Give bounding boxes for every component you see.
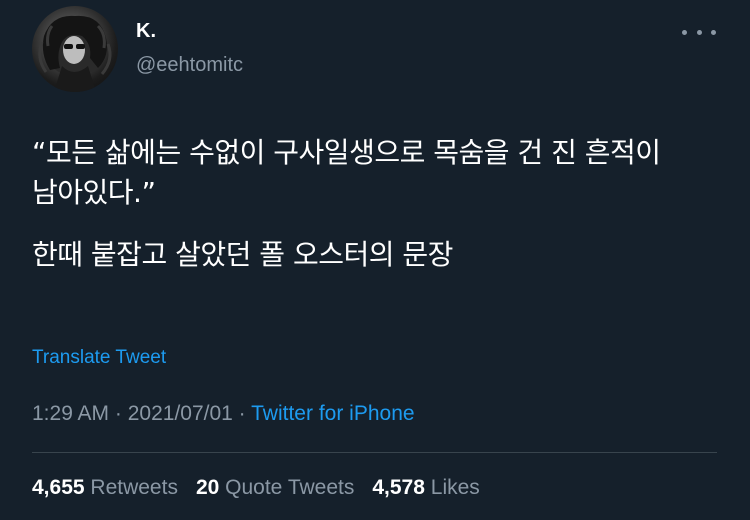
likes-stat[interactable]: 4,578 Likes xyxy=(372,474,479,502)
meta-separator: · xyxy=(109,402,128,425)
retweets-stat[interactable]: 4,655 Retweets xyxy=(32,474,178,502)
tweet-quote-line: “모든 삶에는 수없이 구사일생으로 목숨을 건 진 흔적이 남아있다.” xyxy=(32,136,661,209)
more-horizontal-icon xyxy=(682,29,687,35)
display-name[interactable]: K. xyxy=(136,19,156,43)
retweets-label: Retweets xyxy=(90,476,178,499)
more-horizontal-icon xyxy=(696,29,702,35)
user-handle[interactable]: @eehtomitc xyxy=(136,53,243,77)
meta-separator: · xyxy=(232,402,252,425)
quote-tweets-label: Quote Tweets xyxy=(225,476,355,499)
more-horizontal-icon xyxy=(711,29,716,35)
quote-tweets-count: 20 xyxy=(195,476,220,499)
avatar-image xyxy=(38,15,112,92)
more-options-button[interactable] xyxy=(682,22,716,42)
avatar[interactable] xyxy=(32,6,118,92)
divider xyxy=(32,452,717,453)
likes-label: Likes xyxy=(430,476,480,499)
tweet-time[interactable]: 1:29 AM xyxy=(32,402,109,425)
tweet-source-link[interactable]: Twitter for iPhone xyxy=(251,402,414,425)
tweet-stats: 4,655 Retweets 20 Quote Tweets 4,578 Lik… xyxy=(32,474,480,502)
quote-tweets-stat[interactable]: 20 Quote Tweets xyxy=(196,474,354,502)
tweet-date[interactable]: 2021/07/01 xyxy=(128,402,233,425)
tweet-comment-line: 한때 붙잡고 살았던 폴 오스터의 문장 xyxy=(32,238,453,271)
likes-count: 4,578 xyxy=(372,476,425,499)
retweets-count: 4,655 xyxy=(32,476,85,499)
tweet-meta: 1:29 AM · 2021/07/01 · Twitter for iPhon… xyxy=(32,400,415,428)
tweet-text: “모든 삶에는 수없이 구사일생으로 목숨을 건 진 흔적이 남아있다.” 한때… xyxy=(32,133,692,275)
translate-tweet-link[interactable]: Translate Tweet xyxy=(32,346,166,370)
